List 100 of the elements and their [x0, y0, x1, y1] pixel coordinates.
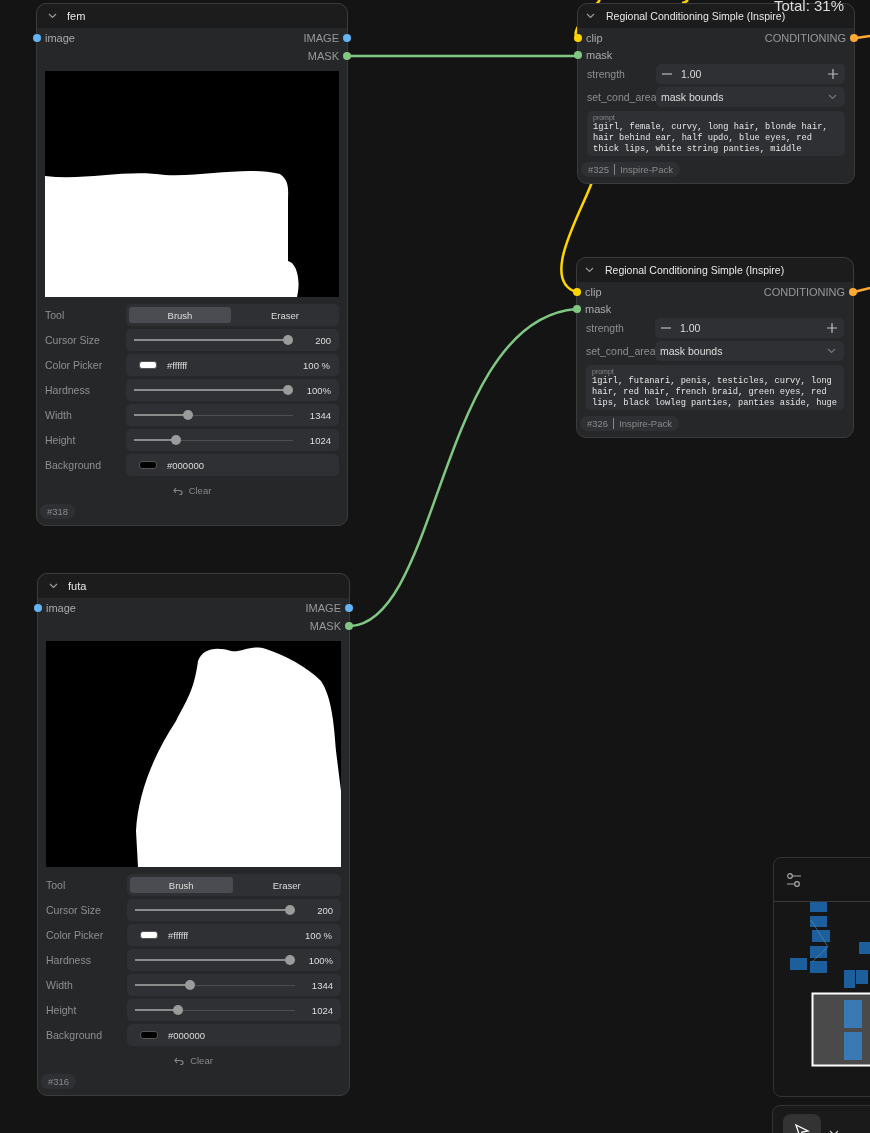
prompt-text: 1girl, futanari, penis, testicles, curvy, long — [592, 376, 833, 387]
combo-value[interactable]: mask bounds — [661, 91, 724, 103]
slider-thumb[interactable] — [184, 980, 195, 990]
output-dot[interactable] — [849, 287, 857, 296]
widget-label: Height — [45, 434, 77, 446]
slider-value: 1024 — [310, 1004, 333, 1016]
input-label: mask — [585, 302, 612, 315]
output-label: IMAGE — [305, 602, 341, 614]
widget-label: Tool — [46, 879, 67, 891]
widget-label: Color Picker — [45, 359, 104, 371]
badge-text: #325 — [588, 164, 610, 175]
slider-thumb[interactable] — [285, 905, 295, 915]
slider-thumb[interactable] — [283, 335, 293, 345]
widget-label: Background — [46, 1029, 104, 1041]
color-value: #ffffff — [168, 929, 189, 941]
widget-label: Width — [46, 979, 74, 991]
widget-label: Tool — [45, 309, 66, 321]
node-header[interactable]: futa — [38, 574, 349, 598]
input-dot[interactable] — [33, 34, 41, 42]
prompt-text: lips, black lowleg panties, panties aside, huge — [592, 398, 839, 409]
undo-icon — [174, 1055, 185, 1065]
plus-icon — [826, 322, 838, 334]
color-swatch[interactable] — [140, 1031, 158, 1039]
badge-text: Inspire-Pack — [619, 418, 672, 429]
widget-label: Height — [46, 1004, 78, 1016]
color-swatch[interactable] — [139, 461, 157, 469]
widget-label: set_cond_area — [587, 91, 656, 103]
badge-text: #326 — [587, 418, 609, 429]
widget-label: Cursor Size — [45, 334, 101, 346]
slider-value: 100% — [305, 384, 331, 396]
input-label: image — [46, 602, 76, 614]
badge-text: #318 — [47, 506, 69, 517]
chevron-down-icon — [827, 348, 836, 354]
number-value[interactable]: 1.00 — [680, 322, 701, 334]
node-title: futa — [68, 580, 87, 592]
widget-label: Background — [45, 459, 103, 471]
output-dot[interactable] — [850, 33, 858, 42]
prompt-text: thick lips, white string panties, middle — [593, 144, 803, 155]
opacity-value: 100 % — [303, 359, 330, 371]
tool-option[interactable]: Eraser — [235, 877, 338, 893]
node-header[interactable]: fem — [37, 4, 347, 28]
pointer-icon — [794, 1123, 810, 1133]
color-value: #000000 — [168, 1029, 205, 1041]
badge-text: Inspire-Pack — [620, 164, 673, 175]
widget-label: Cursor Size — [46, 904, 102, 916]
slider-thumb[interactable] — [183, 410, 194, 420]
slider-thumb[interactable] — [171, 435, 182, 445]
slider-value: 200 — [314, 334, 331, 346]
color-value: #ffffff — [167, 359, 188, 371]
color-swatch[interactable] — [139, 361, 157, 369]
undo-icon — [172, 485, 183, 495]
clear-button[interactable]: Clear — [168, 482, 216, 498]
opacity-value: 100 % — [305, 929, 332, 941]
slider-thumb[interactable] — [172, 1005, 183, 1015]
widget-label: Hardness — [46, 954, 92, 966]
node-title: Regional Conditioning Simple (Inspire) — [605, 264, 785, 276]
settings-icon — [786, 871, 802, 888]
output-dot[interactable] — [343, 34, 351, 42]
tool-option[interactable]: Brush — [130, 877, 233, 893]
input-dot[interactable] — [573, 304, 581, 313]
widget-label: strength — [587, 68, 626, 80]
output-label: IMAGE — [303, 32, 339, 44]
widget-label: set_cond_area — [586, 345, 655, 357]
input-dot[interactable] — [574, 50, 582, 59]
color-value: #000000 — [167, 459, 204, 471]
slider-value: 1024 — [308, 434, 331, 446]
prompt-text: hair, red hair, french braid, green eyes, red — [592, 387, 828, 398]
color-swatch[interactable] — [140, 931, 158, 939]
badge-text: #316 — [48, 1076, 70, 1087]
slider-value: 200 — [316, 904, 333, 916]
output-label: CONDITIONING — [764, 31, 846, 44]
tool-option[interactable]: Brush — [129, 307, 231, 323]
prompt-text: 1girl, female, curvy, long hair, blonde hair, — [593, 122, 829, 133]
prompt-text: hair behind ear, half updo, blue eyes, red — [593, 133, 813, 144]
output-label: CONDITIONING — [763, 285, 845, 298]
output-dot[interactable] — [345, 622, 353, 630]
link-wire — [855, 34, 870, 40]
input-label: mask — [586, 48, 613, 61]
slider-value: 1344 — [308, 409, 331, 421]
node-header[interactable]: Regional Conditioning Simple (Inspire) — [577, 258, 853, 282]
input-label: clip — [585, 285, 602, 298]
chevron-down-icon — [828, 94, 837, 100]
output-dot[interactable] — [343, 52, 351, 60]
input-dot[interactable] — [34, 604, 42, 612]
widget-label: strength — [586, 322, 625, 334]
output-label: MASK — [309, 620, 341, 632]
output-label: MASK — [307, 50, 339, 62]
slider-value: 100% — [307, 954, 333, 966]
slider-thumb[interactable] — [283, 385, 293, 395]
input-dot[interactable] — [573, 287, 581, 296]
tool-option[interactable]: Eraser — [234, 307, 336, 323]
node-title: fem — [67, 10, 86, 22]
plus-icon — [827, 68, 839, 80]
clear-button[interactable]: Clear — [170, 1052, 217, 1068]
slider-thumb[interactable] — [285, 955, 295, 965]
output-dot[interactable] — [345, 604, 353, 612]
link-wire — [681, 0, 689, 5]
combo-value[interactable]: mask bounds — [660, 345, 723, 357]
widget-label: Color Picker — [46, 929, 105, 941]
number-value[interactable]: 1.00 — [681, 68, 702, 80]
